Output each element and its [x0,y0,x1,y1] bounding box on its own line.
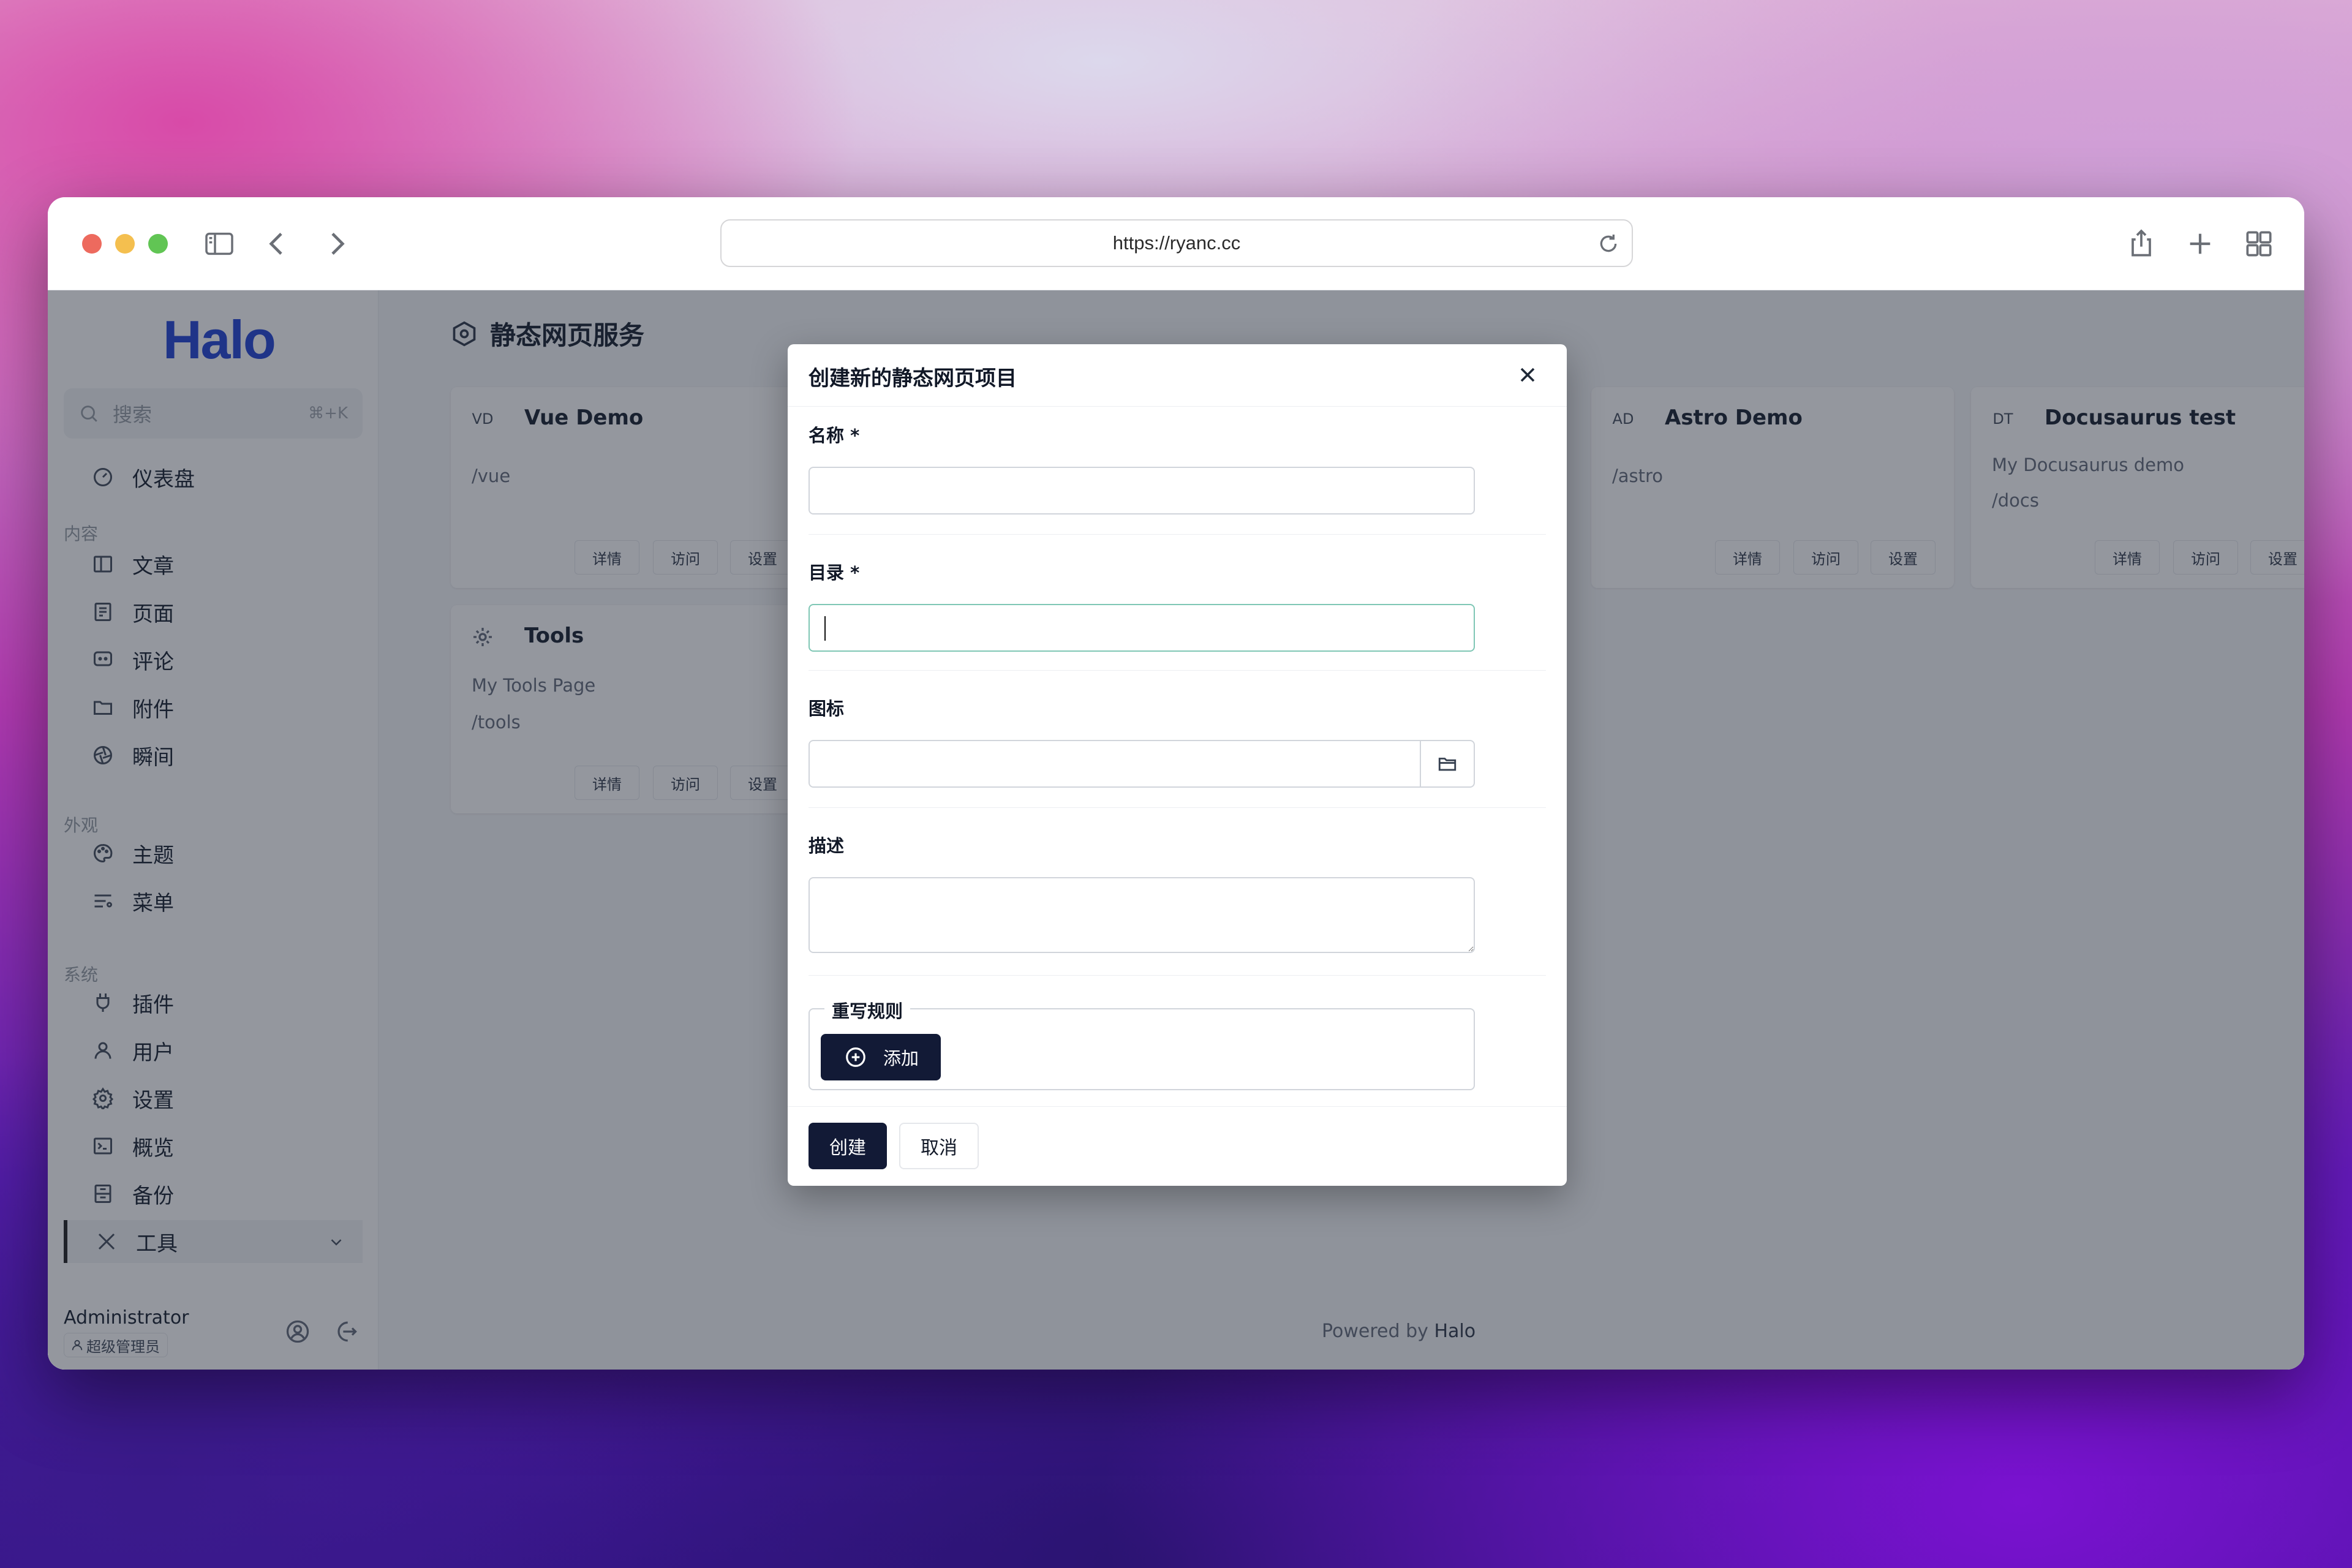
cancel-button[interactable]: 取消 [899,1123,979,1169]
add-rule-label: 添加 [883,1048,919,1069]
name-label: 名称 * [809,425,860,446]
new-tab-icon[interactable] [2183,227,2217,261]
add-rule-button[interactable]: 添加 [821,1034,941,1080]
share-icon[interactable] [2124,227,2158,261]
sidebar-toggle-icon[interactable] [202,227,236,261]
close-window-button[interactable] [82,234,102,254]
folder-picker-button[interactable] [1420,741,1474,786]
maximize-window-button[interactable] [148,234,168,254]
rewrite-rules-label: 重写规则 [824,997,911,1023]
rewrite-rules-group: 重写规则 添加 [809,997,1475,1090]
browser-window: https://ryanc.cc Halo 搜索 ⌘+K 仪表盘 内容 文章 页… [48,197,2304,1370]
modal-header: 创建新的静态网页项目 [788,344,1567,407]
icon-label: 图标 [809,698,845,719]
directory-label: 目录 * [809,562,860,583]
divider [809,807,1546,808]
close-icon[interactable] [1515,363,1540,387]
url-text: https://ryanc.cc [1112,232,1241,254]
create-project-modal: 创建新的静态网页项目 名称 * 目录 * 图标 描述 重写规则 添加 创建 取消 [788,344,1567,1186]
modal-footer: 创建 取消 [788,1106,1567,1186]
minimize-window-button[interactable] [115,234,135,254]
back-icon[interactable] [260,227,294,261]
tab-overview-icon[interactable] [2242,227,2276,261]
divider [809,670,1546,671]
create-button[interactable]: 创建 [809,1123,887,1169]
forward-icon[interactable] [320,227,354,261]
browser-toolbar: https://ryanc.cc [48,197,2304,290]
name-input[interactable] [809,467,1475,514]
text-caret [824,616,826,641]
description-label: 描述 [809,835,845,856]
divider [809,534,1546,535]
folder-icon [1437,753,1458,774]
description-textarea[interactable] [809,877,1475,953]
divider [809,975,1546,976]
icon-input[interactable] [809,740,1475,788]
address-bar[interactable]: https://ryanc.cc [720,219,1633,267]
plus-circle-icon [844,1046,867,1069]
directory-input[interactable] [809,604,1475,652]
reload-icon[interactable] [1596,232,1621,256]
modal-title: 创建新的静态网页项目 [809,366,1017,391]
